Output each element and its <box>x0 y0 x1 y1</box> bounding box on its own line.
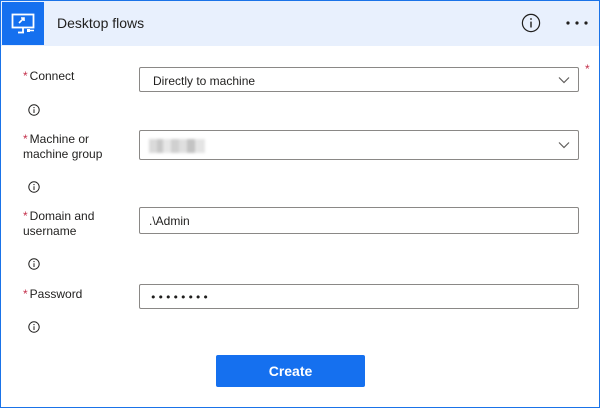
info-icon[interactable] <box>28 103 40 116</box>
chevron-down-icon <box>558 142 570 149</box>
desktop-flows-card: Desktop flows * Connect Directly to machi… <box>0 0 600 408</box>
machine-label: * Machine or machine group <box>23 132 102 162</box>
domain-label-line1: Domain and <box>29 209 95 223</box>
required-marker: * <box>585 62 590 76</box>
domain-label: * Domain and username <box>23 209 94 239</box>
create-button[interactable]: Create <box>216 355 365 387</box>
domain-username-field[interactable] <box>139 207 579 234</box>
connect-selected-value: Directly to machine <box>153 74 256 88</box>
domain-label-line2: username <box>23 224 77 238</box>
desktop-flow-icon <box>2 2 44 45</box>
password-label-text: Password <box>29 287 83 301</box>
required-marker: * <box>23 287 28 301</box>
domain-username-input[interactable] <box>140 208 578 233</box>
info-icon[interactable] <box>28 257 40 270</box>
machine-label-line2: machine group <box>23 147 103 161</box>
machine-dropdown[interactable] <box>139 130 579 160</box>
more-options-icon[interactable] <box>565 13 589 33</box>
connect-label: * Connect <box>23 69 74 84</box>
card-title: Desktop flows <box>57 15 145 31</box>
info-icon[interactable] <box>521 13 541 33</box>
password-label: * Password <box>23 287 82 302</box>
chevron-down-icon <box>558 77 570 84</box>
machine-label-line1: Machine or <box>29 132 90 146</box>
required-marker: * <box>23 69 28 83</box>
required-marker: * <box>23 209 28 223</box>
required-marker: * <box>23 132 28 146</box>
card-header: Desktop flows <box>1 1 599 46</box>
password-masked-value: •••••••• <box>150 291 210 304</box>
machine-selected-value-redacted <box>149 139 205 153</box>
info-icon[interactable] <box>28 180 40 193</box>
info-icon[interactable] <box>28 320 40 333</box>
connect-dropdown[interactable]: Directly to machine <box>139 67 579 92</box>
connect-label-text: Connect <box>29 69 75 83</box>
password-field[interactable]: •••••••• <box>139 284 579 309</box>
